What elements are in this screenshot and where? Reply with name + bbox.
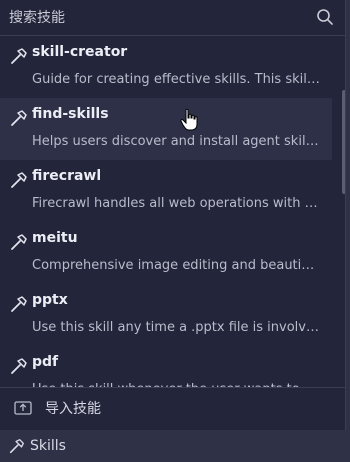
skill-name: pptx [32, 292, 68, 308]
skills-toggle-button[interactable]: Skills [0, 432, 90, 460]
search-icon[interactable] [316, 8, 334, 26]
hammer-icon [11, 358, 27, 374]
skills-popup-panel: skill-creator Guide for creating effectiv… [0, 0, 346, 430]
hammer-icon [11, 48, 27, 64]
app-root: skill-creator Guide for creating effectiv… [0, 0, 350, 462]
scrollbar[interactable] [342, 36, 345, 387]
skill-item-skill-creator[interactable]: skill-creator Guide for creating effectiv… [0, 36, 332, 98]
hammer-icon [11, 110, 27, 126]
skill-description: Guide for creating effective skills. Thi… [32, 72, 322, 87]
search-input[interactable] [0, 0, 300, 35]
import-skill-label: 导入技能 [45, 401, 101, 417]
skill-description: Use this skill any time a .pptx file is … [32, 320, 322, 335]
import-skill-button[interactable]: 导入技能 [0, 387, 345, 430]
skills-label: Skills [30, 438, 66, 454]
skill-item-pdf[interactable]: pdfUse this skill whenever the user want… [0, 346, 332, 387]
skill-item-find-skills[interactable]: find-skills Helps users discover and inst… [0, 98, 332, 160]
skill-description: Firecrawl handles all web operations wit… [32, 196, 322, 211]
skill-description: Helps users discover and install agent s… [32, 134, 322, 149]
scrollbar-thumb[interactable] [342, 90, 345, 194]
skill-name: firecrawl [32, 168, 102, 184]
search-bar [0, 0, 345, 36]
hammer-icon [9, 439, 24, 454]
skill-item-meitu[interactable]: meitu Comprehensive image editing and bea… [0, 222, 332, 284]
hand-pointer-icon [180, 108, 198, 131]
skill-item-pptx[interactable]: pptx Use this skill any time a .pptx file… [0, 284, 332, 346]
skills-list: skill-creator Guide for creating effectiv… [0, 36, 345, 387]
skill-name: meitu [32, 230, 78, 246]
hammer-icon [11, 234, 27, 250]
skill-description: Comprehensive image editing and beautifi… [32, 258, 322, 273]
skill-item-firecrawl[interactable]: firecrawl Firecrawl handles all web opera… [0, 160, 332, 222]
hammer-icon [11, 296, 27, 312]
hammer-icon [11, 172, 27, 188]
skill-name: find-skills [32, 106, 109, 122]
skill-name: pdf [32, 354, 59, 370]
skill-name: skill-creator [32, 44, 128, 60]
upload-icon [14, 401, 32, 415]
